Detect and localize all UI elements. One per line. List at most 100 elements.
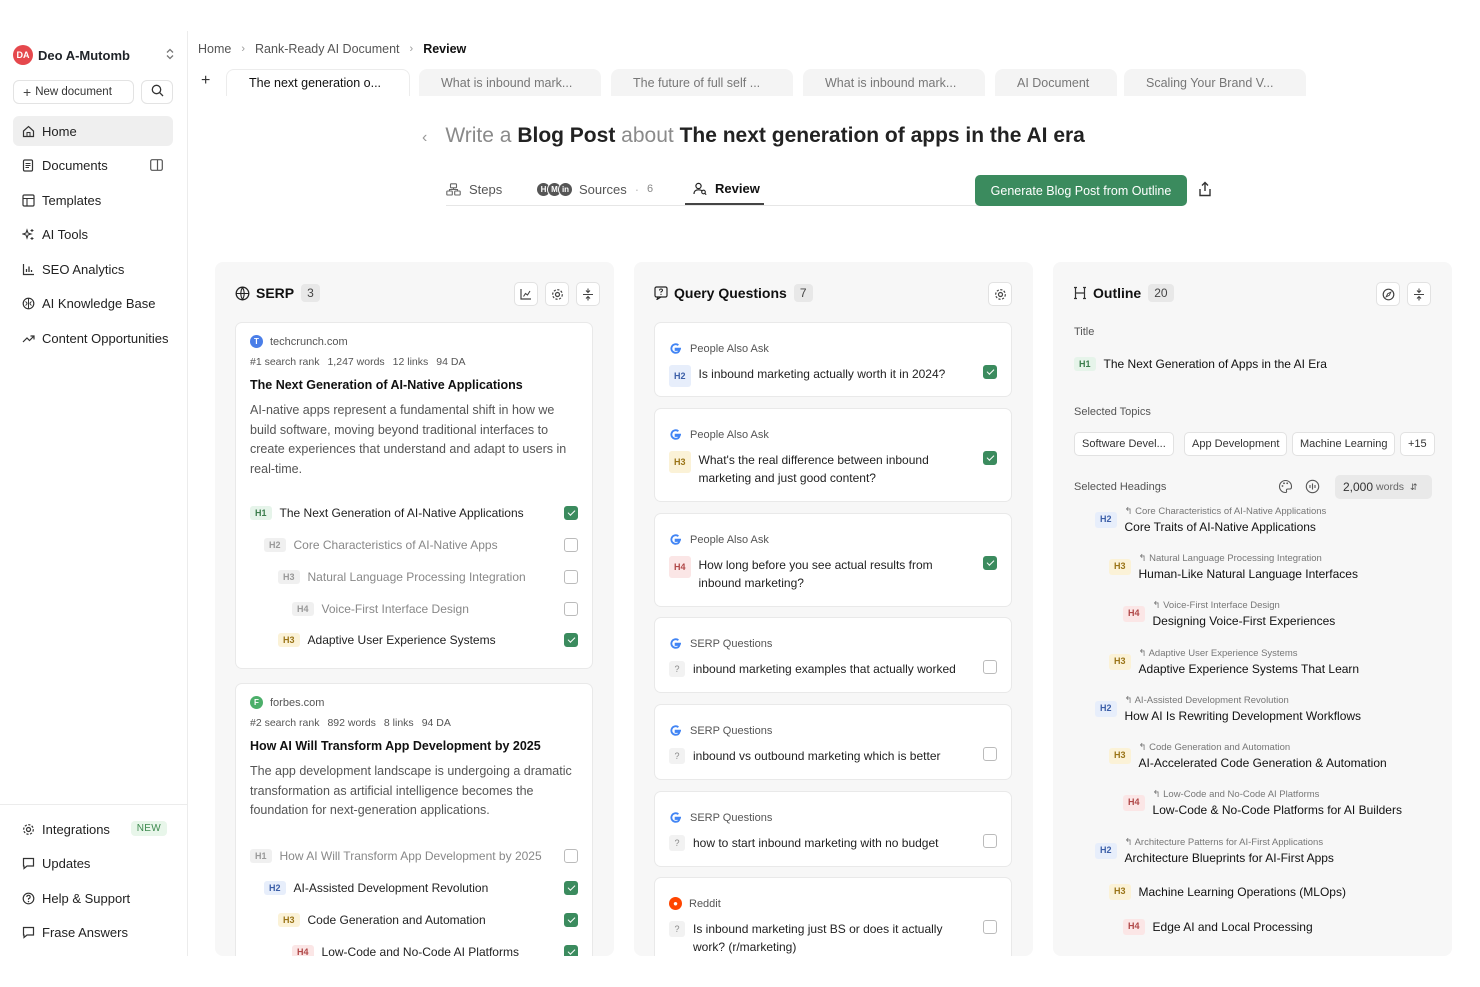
tab-document[interactable]: Scaling Your Brand V... xyxy=(1124,69,1306,96)
result-words: 892 words xyxy=(327,717,376,729)
heading-row[interactable]: H4 Low-Code and No-Code AI Platforms xyxy=(250,942,580,956)
outline-heading[interactable]: H2 ↰ AI-Assisted Development Revolution H… xyxy=(1095,695,1361,723)
outline-heading[interactable]: H4 Edge AI and Local Processing xyxy=(1123,919,1313,935)
outline-heading[interactable]: H3 ↰ Code Generation and Automation AI-Ac… xyxy=(1109,742,1387,770)
heading-checkbox[interactable] xyxy=(564,633,578,647)
heading-row[interactable]: H3 Natural Language Processing Integrati… xyxy=(250,567,580,587)
outline-heading[interactable]: H2 ↰ Architecture Patterns for AI-First … xyxy=(1095,837,1334,865)
tab-document[interactable]: The next generation o... xyxy=(226,69,410,96)
settings-button[interactable] xyxy=(545,282,569,306)
breadcrumb-home[interactable]: Home xyxy=(198,42,231,56)
heading-checkbox[interactable] xyxy=(564,945,578,956)
palette-icon[interactable] xyxy=(1278,479,1293,497)
outline-heading[interactable]: H3 ↰ Adaptive User Experience Systems Ada… xyxy=(1109,648,1359,676)
outline-heading[interactable]: H4 ↰ Voice-First Interface Design Designi… xyxy=(1123,600,1335,628)
outline-heading[interactable]: H3 Machine Learning Operations (MLOps) xyxy=(1109,884,1346,900)
question-text[interactable]: ? how to start inbound marketing with no… xyxy=(669,834,969,852)
question-checkbox[interactable] xyxy=(983,365,997,379)
analytics-button[interactable] xyxy=(514,282,538,306)
heading-tag: H2 xyxy=(264,881,286,895)
outline-heading[interactable]: H3 ↰ Natural Language Processing Integra… xyxy=(1109,553,1358,581)
heading-checkbox[interactable] xyxy=(564,913,578,927)
result-title[interactable]: How AI Will Transform App Development by… xyxy=(250,739,541,753)
sidebar-item-updates[interactable]: Updates xyxy=(13,849,173,879)
search-button[interactable] xyxy=(141,80,173,104)
heading-row[interactable]: H3 Code Generation and Automation xyxy=(250,910,580,930)
question-checkbox[interactable] xyxy=(983,834,997,848)
heading-checkbox[interactable] xyxy=(564,506,578,520)
back-arrow-icon[interactable]: ‹ xyxy=(422,129,427,147)
sidebar-item-frase-answers[interactable]: Frase Answers xyxy=(13,918,173,948)
tab-document[interactable]: What is inbound mark... xyxy=(419,69,601,96)
sidebar-item-ai-tools[interactable]: AI Tools xyxy=(13,220,173,250)
heading-checkbox[interactable] xyxy=(564,881,578,895)
heading-row[interactable]: H1 How AI Will Transform App Development… xyxy=(250,846,580,866)
sidebar-item-home[interactable]: Home xyxy=(13,116,173,146)
generate-blog-post-button[interactable]: Generate Blog Post from Outline xyxy=(975,175,1187,206)
new-document-button[interactable]: + New document xyxy=(13,80,134,104)
outline-title-label: Title xyxy=(1074,326,1095,338)
question-text[interactable]: H4 How long before you see actual result… xyxy=(669,556,969,592)
heading-row[interactable]: H1 The Next Generation of AI-Native Appl… xyxy=(250,503,580,523)
compass-button[interactable] xyxy=(1376,282,1400,306)
topic-chip[interactable]: Software Devel... xyxy=(1074,432,1174,456)
outline-heading[interactable]: H2 ↰ Core Characteristics of AI-Native A… xyxy=(1095,506,1326,534)
result-domain[interactable]: techcrunch.com xyxy=(270,336,348,348)
sidebar-item-help-support[interactable]: Help & Support xyxy=(13,883,173,913)
sidebar-panel-icon[interactable] xyxy=(150,158,163,174)
question-checkbox[interactable] xyxy=(983,556,997,570)
sidebar-item-seo-analytics[interactable]: SEO Analytics xyxy=(13,254,173,284)
result-title[interactable]: The Next Generation of AI-Native Applica… xyxy=(250,378,523,392)
topic-chip[interactable]: Machine Learning xyxy=(1292,432,1396,456)
question-text[interactable]: ? Is inbound marketing just BS or does i… xyxy=(669,920,969,956)
question-checkbox[interactable] xyxy=(983,660,997,674)
heading-row[interactable]: H4 Voice-First Interface Design xyxy=(250,599,580,619)
tab-review[interactable]: Review xyxy=(685,173,764,205)
heading-checkbox[interactable] xyxy=(564,849,578,863)
heading-row[interactable]: H2 AI-Assisted Development Revolution xyxy=(250,878,580,898)
sidebar-item-documents[interactable]: Documents xyxy=(13,151,173,181)
heading-checkbox[interactable] xyxy=(564,602,578,616)
tab-document[interactable]: AI Document xyxy=(995,69,1117,96)
sidebar-nav: Home Documents Templates AI Tools SEO An… xyxy=(13,116,173,358)
question-checkbox[interactable] xyxy=(983,920,997,934)
tab-steps[interactable]: Steps xyxy=(446,173,502,205)
tab-document[interactable]: What is inbound mark... xyxy=(803,69,985,96)
heading-text: The Next Generation of AI-Native Applica… xyxy=(279,506,524,520)
heading-checkbox[interactable] xyxy=(564,538,578,552)
title-topic[interactable]: The next generation of apps in the AI er… xyxy=(680,124,1085,148)
question-text[interactable]: H2 Is inbound marketing actually worth i… xyxy=(669,365,969,387)
sidebar-item-content-opportunities[interactable]: Content Opportunities xyxy=(13,323,173,353)
question-checkbox[interactable] xyxy=(983,747,997,761)
outline-heading[interactable]: H4 ↰ Low-Code and No-Code AI Platforms Lo… xyxy=(1123,789,1402,817)
settings-button[interactable] xyxy=(988,282,1012,306)
question-text[interactable]: ? inbound marketing examples that actual… xyxy=(669,660,969,678)
more-topics-chip[interactable]: +15 xyxy=(1400,432,1435,456)
heading-row[interactable]: H2 Core Characteristics of AI-Native App… xyxy=(250,535,580,555)
question-source-label: SERP Questions xyxy=(690,724,773,737)
share-button[interactable] xyxy=(1196,179,1214,201)
collapse-button[interactable] xyxy=(1407,282,1431,306)
audio-icon[interactable] xyxy=(1305,479,1320,497)
add-tab-button[interactable]: + xyxy=(201,72,210,90)
question-text[interactable]: H3 What's the real difference between in… xyxy=(669,451,969,487)
sidebar-item-ai-knowledge-base[interactable]: AI Knowledge Base xyxy=(13,289,173,319)
collapse-button[interactable] xyxy=(576,282,600,306)
question-text[interactable]: ? inbound vs outbound marketing which is… xyxy=(669,747,969,765)
result-domain[interactable]: forbes.com xyxy=(270,697,324,709)
tab-sources[interactable]: H M in Sources · 6 xyxy=(536,173,653,205)
topic-chip[interactable]: App Development xyxy=(1184,432,1288,456)
outline-title-row[interactable]: H1 The Next Generation of Apps in the AI… xyxy=(1074,357,1327,371)
question-checkbox[interactable] xyxy=(983,451,997,465)
workspace-switcher[interactable]: DA Deo A-Mutomb xyxy=(13,43,175,67)
heading-tag: H3 xyxy=(669,451,691,473)
sidebar-item-templates[interactable]: Templates xyxy=(13,185,173,215)
breadcrumb-document[interactable]: Rank-Ready AI Document xyxy=(255,42,400,56)
title-type[interactable]: Blog Post xyxy=(517,124,615,148)
sidebar-item-integrations[interactable]: Integrations NEW xyxy=(13,814,173,844)
heading-checkbox[interactable] xyxy=(564,570,578,584)
heading-row[interactable]: H3 Adaptive User Experience Systems xyxy=(250,630,580,650)
question-source: SERP Questions xyxy=(669,811,772,824)
word-count-select[interactable]: 2,000 words ⇵ xyxy=(1335,475,1432,499)
tab-document[interactable]: The future of full self ... xyxy=(611,69,793,96)
